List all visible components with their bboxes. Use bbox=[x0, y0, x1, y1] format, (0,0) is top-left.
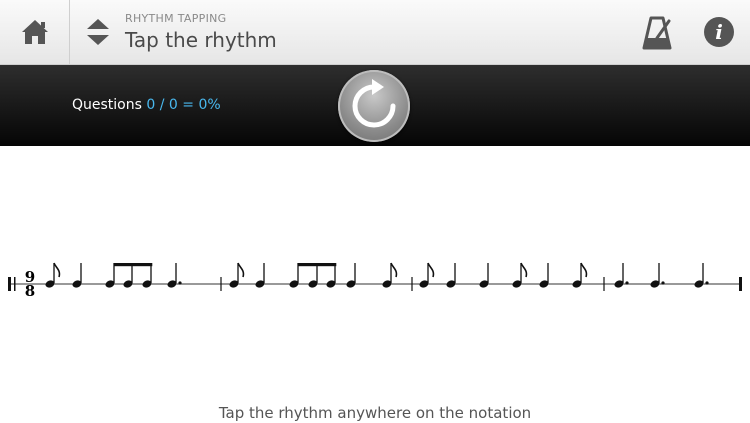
start-repeat-bar bbox=[8, 277, 11, 291]
note-flag bbox=[390, 262, 398, 278]
metronome-icon bbox=[642, 16, 672, 50]
questions-status: Questions 0 / 0 = 0% bbox=[72, 97, 221, 113]
note-dot bbox=[705, 281, 709, 285]
end-bar bbox=[739, 277, 742, 291]
note-beam bbox=[298, 263, 337, 267]
note-dot bbox=[661, 281, 665, 285]
rhythm-notation[interactable]: 9 8 bbox=[0, 250, 750, 310]
sort-up-down-icon bbox=[87, 19, 109, 45]
note-dot bbox=[178, 281, 182, 285]
refresh-button[interactable] bbox=[338, 70, 410, 142]
app-header: RHYTHM TAPPING Tap the rhythm i bbox=[0, 0, 750, 65]
page-title: Tap the rhythm bbox=[125, 28, 277, 52]
questions-score: 0 / 0 = 0% bbox=[146, 97, 221, 113]
note-flag bbox=[237, 262, 245, 278]
section-label: RHYTHM TAPPING bbox=[125, 12, 227, 25]
info-icon: i bbox=[715, 20, 723, 44]
time-signature-bottom: 8 bbox=[25, 282, 35, 300]
note-flag bbox=[520, 262, 528, 278]
home-button[interactable] bbox=[0, 0, 70, 64]
home-icon bbox=[21, 20, 48, 44]
note-beam bbox=[114, 263, 153, 267]
tap-hint: Tap the rhythm anywhere on the notation bbox=[218, 404, 532, 422]
sort-button[interactable] bbox=[84, 17, 112, 47]
note-flag bbox=[580, 262, 588, 278]
note-flag bbox=[53, 262, 61, 278]
start-repeat-bar-thin bbox=[14, 277, 16, 291]
metronome-button[interactable] bbox=[640, 16, 674, 50]
note-flag bbox=[427, 262, 435, 278]
note-dot bbox=[625, 281, 629, 285]
questions-label: Questions bbox=[72, 97, 142, 113]
info-button[interactable]: i bbox=[704, 17, 734, 47]
refresh-icon bbox=[352, 79, 396, 128]
